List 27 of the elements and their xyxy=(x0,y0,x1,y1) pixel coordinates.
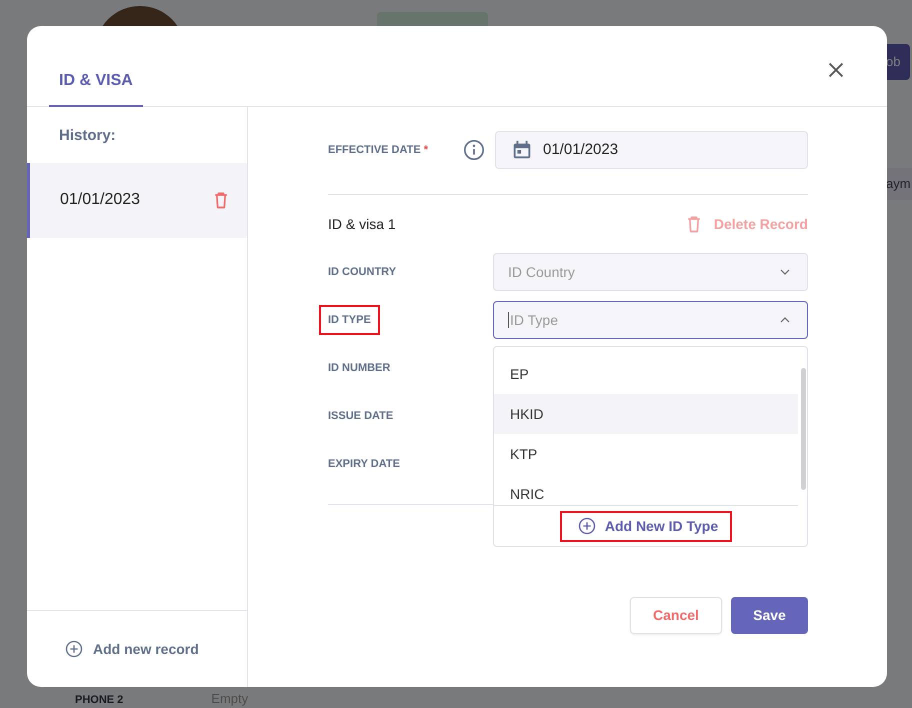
field-label: EFFECTIVE DATE xyxy=(328,142,421,158)
add-record-button[interactable]: Add new record xyxy=(65,638,199,660)
date-field[interactable]: 01/01/2023 xyxy=(495,131,808,169)
dropdown-option[interactable]: KTP xyxy=(494,434,798,474)
modal-tab[interactable]: ID & VISA xyxy=(49,69,143,107)
required-mark: * xyxy=(424,144,428,156)
cancel-button[interactable]: Cancel xyxy=(630,597,722,634)
history-title: History: xyxy=(58,126,117,146)
dropdown-option[interactable]: NRIC xyxy=(494,474,798,505)
record-title: ID & visa 1 xyxy=(328,214,396,234)
scrollbar-thumb[interactable] xyxy=(801,368,806,490)
history-date: 01/01/2023 xyxy=(60,190,140,210)
dropdown-option[interactable]: HKID xyxy=(494,394,798,434)
field-label: ID TYPE xyxy=(319,304,380,336)
field-label: ISSUE DATE xyxy=(328,408,394,424)
field-label: ID COUNTRY xyxy=(328,264,396,280)
field-label: EXPIRY DATE xyxy=(328,456,400,472)
field-label: ID NUMBER xyxy=(328,360,390,376)
save-button[interactable]: Save xyxy=(731,597,808,634)
plus-icon xyxy=(578,517,596,535)
dropdown-option[interactable]: EP xyxy=(494,354,798,394)
add-id-type-button[interactable]: Add New ID Type xyxy=(560,510,732,542)
calendar-icon xyxy=(511,139,533,161)
history-item[interactable]: 01/01/2023 xyxy=(27,162,247,238)
field-label: PHONE 2 xyxy=(75,694,124,708)
info-icon xyxy=(463,139,485,161)
plus-icon xyxy=(65,640,83,658)
